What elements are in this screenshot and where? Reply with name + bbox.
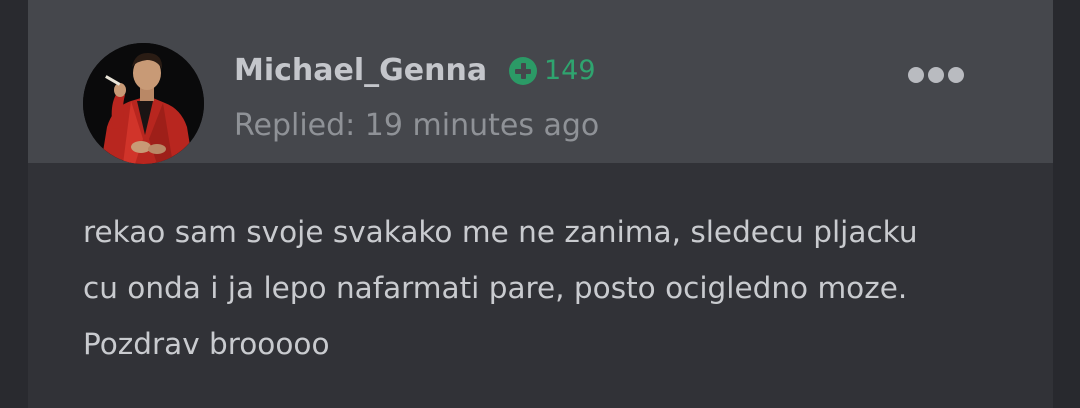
reputation-count: 149	[544, 55, 596, 86]
avatar-image	[83, 43, 204, 164]
ellipsis-icon-dot	[948, 67, 964, 83]
ellipsis-icon-dot	[908, 67, 924, 83]
page-edge	[1053, 0, 1080, 408]
author-username[interactable]: Michael_Genna	[234, 51, 487, 91]
post-body: rekao sam svoje svakako me ne zanima, sl…	[83, 204, 1023, 372]
post-text-line: cu onda i ja lepo nafarmati pare, posto …	[83, 271, 908, 305]
post-text-line: Pozdrav brooooo	[83, 327, 330, 361]
post-text-line: rekao sam svoje svakako me ne zanima, sl…	[83, 215, 918, 249]
reputation-badge[interactable]: 149	[509, 55, 596, 87]
post-card: Michael_Genna 149 Replied: 19 minutes ag…	[28, 0, 1053, 408]
thread-page: Michael_Genna 149 Replied: 19 minutes ag…	[0, 0, 1080, 408]
ellipsis-icon-dot	[928, 67, 944, 83]
plus-circle-icon	[509, 57, 537, 85]
post-options-button[interactable]	[908, 64, 964, 86]
avatar[interactable]	[83, 43, 204, 164]
post-header: Michael_Genna 149 Replied: 19 minutes ag…	[28, 0, 1053, 164]
reply-timestamp: Replied: 19 minutes ago	[234, 108, 600, 143]
